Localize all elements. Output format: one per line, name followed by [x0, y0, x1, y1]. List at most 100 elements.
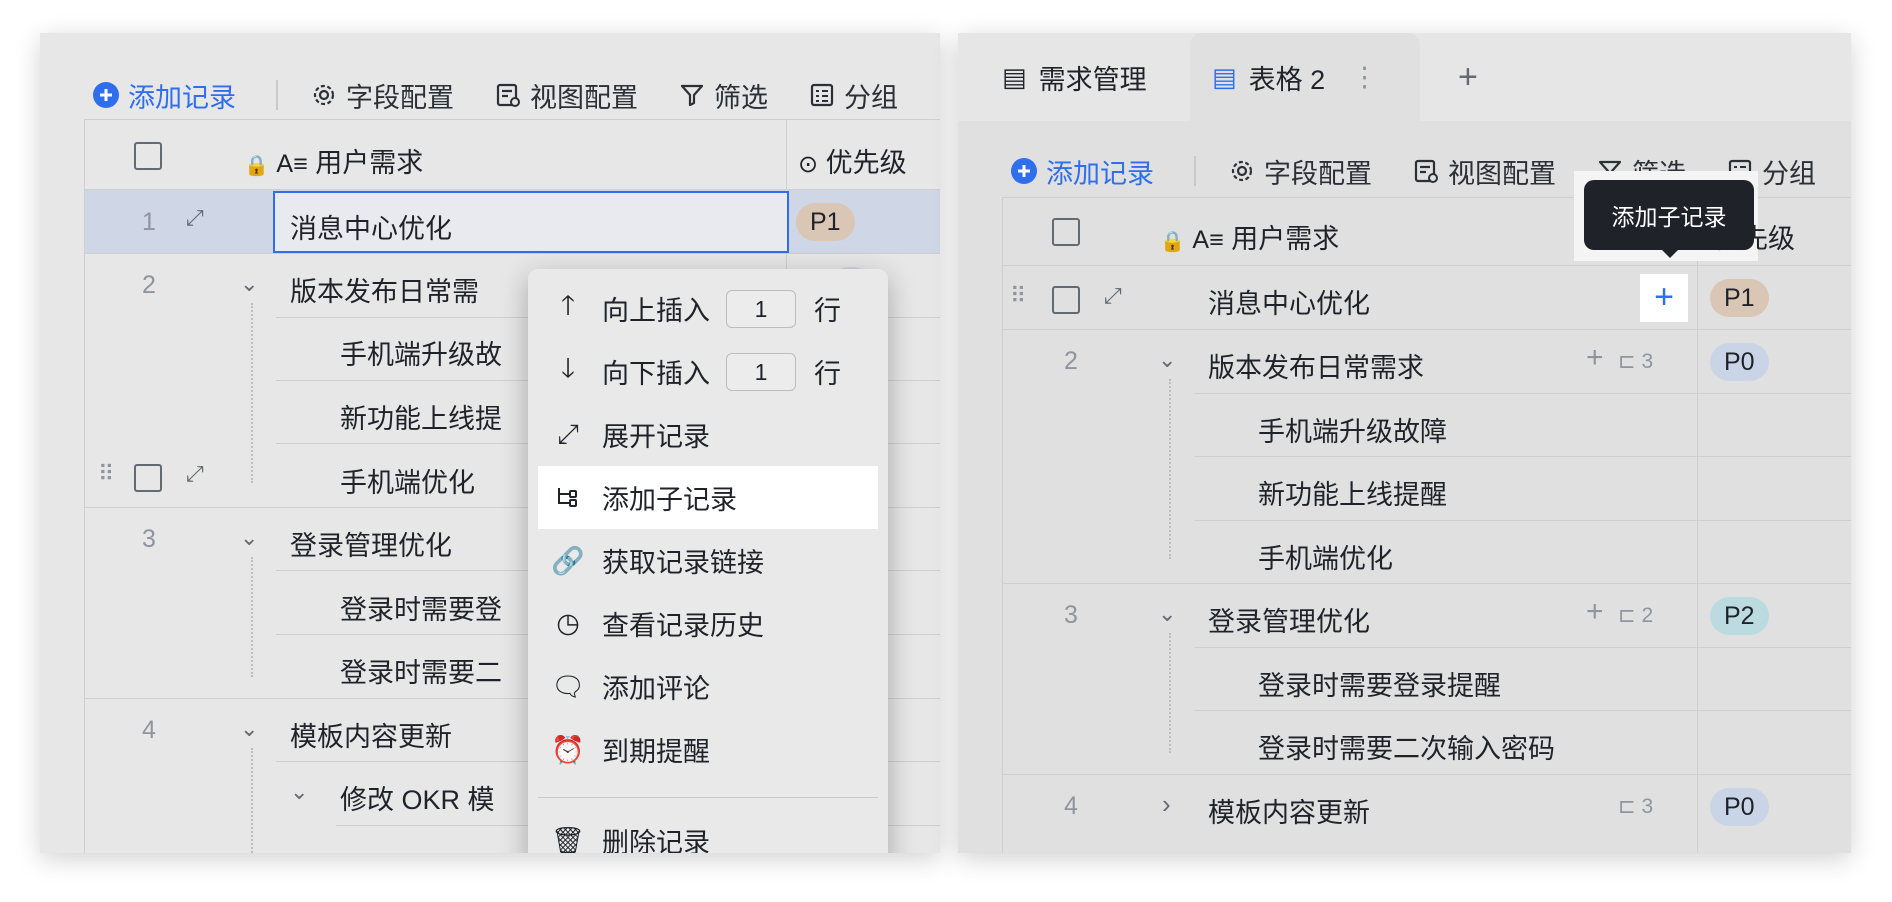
insert-below-count-input[interactable]: 1: [726, 352, 796, 391]
row-divider: [1194, 647, 1851, 648]
menu-add-comment[interactable]: 🗨 添加评论: [538, 655, 878, 718]
row-divider: [1002, 774, 1851, 775]
drag-handle-icon[interactable]: ⠿: [98, 461, 114, 487]
field-config-label: 字段配置: [346, 82, 454, 113]
view-config-button[interactable]: 视图配置: [1412, 152, 1556, 191]
view-config-button[interactable]: 视图配置: [494, 76, 638, 115]
menu-label: 添加评论: [602, 674, 710, 704]
menu-due-reminder[interactable]: ⏰ 到期提醒: [538, 718, 878, 781]
header-requirement[interactable]: 🔒 A≡ 用户需求: [244, 141, 423, 180]
menu-get-link[interactable]: 🔗 获取记录链接: [538, 529, 878, 592]
row-checkbox[interactable]: [1052, 286, 1080, 314]
gear-icon: [313, 84, 335, 106]
filter-button[interactable]: 筛选: [678, 76, 768, 115]
arrow-up-icon: 🡑: [560, 289, 576, 320]
chevron-down-icon[interactable]: ⌄: [1158, 347, 1176, 373]
select-all-checkbox[interactable]: [1052, 218, 1080, 246]
expand-icon[interactable]: ⤢: [186, 461, 204, 487]
add-subrecord-button[interactable]: +: [1640, 274, 1688, 322]
cell-requirement: 登录管理优化: [1208, 607, 1370, 637]
drag-handle-icon[interactable]: ⠿: [1010, 283, 1026, 309]
expand-icon[interactable]: ⤢: [186, 205, 204, 231]
field-config-button[interactable]: 字段配置: [310, 76, 454, 115]
chevron-down-icon[interactable]: ⌄: [290, 779, 308, 805]
insert-above-count-input[interactable]: 1: [726, 289, 796, 328]
subrecord-icon: ⊏: [1618, 350, 1636, 373]
cell-requirement: 修改 OKR 模: [340, 785, 495, 815]
row-divider: [1194, 710, 1851, 711]
cell-requirement: 新功能上线提醒: [1258, 480, 1447, 510]
priority-column-border: [1697, 197, 1698, 853]
header-requirement[interactable]: 🔒 A≡ 用户需求: [1160, 217, 1339, 256]
group-label: 分组: [844, 82, 898, 113]
select-all-checkbox[interactable]: [134, 142, 162, 170]
cell-requirement: 手机端优化: [340, 468, 475, 498]
menu-label: 获取记录链接: [602, 548, 764, 578]
menu-insert-above[interactable]: 🡑 向上插入 1 行: [538, 277, 878, 340]
menu-expand-record[interactable]: ⤢ 展开记录: [538, 403, 878, 466]
cell-requirement: 版本发布日常需: [290, 277, 479, 307]
group-button[interactable]: 分组: [808, 76, 898, 115]
tree-guide: [1169, 633, 1171, 753]
text-field-icon: A≡: [1192, 226, 1224, 254]
tab-table-2[interactable]: ▤ 表格 2 ⋮: [1190, 33, 1420, 121]
menu-add-subrecord[interactable]: 添加子记录: [538, 466, 878, 529]
row-number: 3: [142, 525, 156, 553]
row-number: 4: [1064, 792, 1078, 820]
tree-guide: [251, 748, 253, 853]
add-subrecord-icon[interactable]: +: [1586, 341, 1604, 375]
add-record-label: 添加记录: [128, 82, 236, 113]
menu-view-history[interactable]: ◷ 查看记录历史: [538, 592, 878, 655]
grid-left-border: [1002, 197, 1003, 853]
tree-guide: [251, 303, 253, 483]
chevron-down-icon[interactable]: ⌄: [240, 271, 258, 297]
row-divider: [1194, 456, 1851, 457]
add-record-label: 添加记录: [1046, 158, 1154, 189]
history-icon: ◷: [556, 608, 580, 638]
row-divider: [84, 253, 940, 254]
single-select-icon: ⊙: [798, 151, 819, 178]
chevron-right-icon[interactable]: ›: [1162, 789, 1171, 820]
add-record-button[interactable]: 添加记录: [1010, 152, 1154, 191]
subrecord-count: ⊏ 2: [1618, 603, 1653, 628]
left-panel: 添加记录 字段配置 视图配置 筛选 分组 🔒 A≡ 用户需求 ⊙ 优先级 1 ⤢…: [40, 33, 940, 853]
add-tab-button[interactable]: +: [1458, 33, 1478, 121]
row-checkbox[interactable]: [134, 464, 162, 492]
menu-label: 展开记录: [602, 422, 710, 452]
menu-label: 到期提醒: [602, 737, 710, 767]
add-subrecord-icon[interactable]: +: [1586, 595, 1604, 629]
tab-label: 表格 2: [1248, 64, 1326, 95]
tree-guide: [251, 557, 253, 677]
filter-label: 筛选: [714, 82, 768, 113]
expand-icon: ⤢: [557, 418, 579, 449]
add-record-button[interactable]: 添加记录: [92, 76, 236, 115]
chevron-down-icon[interactable]: ⌄: [240, 525, 258, 551]
field-config-button[interactable]: 字段配置: [1228, 152, 1372, 191]
view-config-label: 视图配置: [1448, 158, 1556, 189]
group-label: 分组: [1762, 158, 1816, 189]
priority-badge: P2: [1710, 597, 1769, 635]
tooltip: 添加子记录: [1584, 180, 1754, 250]
gear-icon: [1231, 160, 1253, 182]
header-bottom-border: [1002, 265, 1851, 266]
menu-delete-record[interactable]: 🗑 删除记录: [538, 809, 878, 854]
menu-insert-below[interactable]: 🡓 向下插入 1 行: [538, 340, 878, 403]
plus-circle-icon: [93, 82, 119, 108]
alarm-clock-icon: ⏰: [551, 734, 585, 765]
subrecord-count: ⊏ 3: [1618, 349, 1653, 374]
tab-requirements[interactable]: ▤ 需求管理: [1002, 33, 1147, 121]
chevron-down-icon[interactable]: ⌄: [240, 716, 258, 742]
header-priority-label: 优先级: [825, 148, 907, 178]
header-priority[interactable]: ⊙ 优先级: [798, 141, 907, 180]
cell-requirement: 模板内容更新: [1208, 798, 1370, 828]
cell-requirement: 新功能上线提: [340, 404, 502, 434]
chevron-down-icon[interactable]: ⌄: [1158, 601, 1176, 627]
toolbar-divider: [276, 80, 278, 110]
filter-icon: [680, 84, 704, 107]
subrecord-count: ⊏ 3: [1618, 794, 1653, 819]
subrecord-icon: [550, 485, 586, 511]
field-config-label: 字段配置: [1264, 158, 1372, 189]
expand-icon[interactable]: ⤢: [1104, 283, 1122, 309]
row-number: 3: [1064, 601, 1078, 629]
more-vertical-icon[interactable]: ⋮: [1351, 62, 1378, 93]
